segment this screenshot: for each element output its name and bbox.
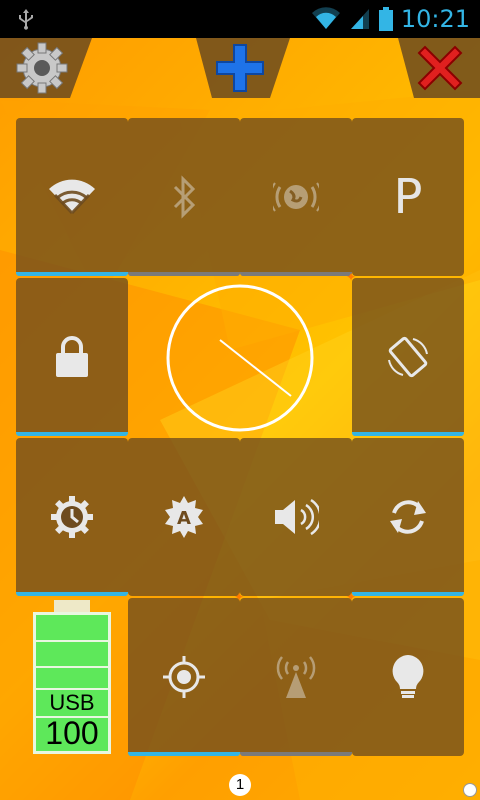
sync-icon (390, 500, 426, 534)
battery-level-value: 100 (45, 715, 99, 751)
page-indicator[interactable]: 1 (229, 774, 251, 796)
bluetooth-toggle-tile[interactable] (128, 118, 240, 276)
svg-text:A: A (177, 508, 191, 529)
profile-tile[interactable]: P (352, 118, 464, 276)
mobile-data-toggle-tile[interactable] (240, 118, 352, 276)
status-bar-indicator (16, 592, 128, 596)
settings-button[interactable] (0, 38, 84, 98)
corner-handle[interactable] (463, 783, 477, 797)
gps-icon (163, 656, 205, 698)
screen-timeout-tile[interactable] (16, 438, 128, 596)
battery-segment-line (36, 666, 108, 668)
auto-rotate-tile[interactable] (352, 278, 464, 436)
wifi-icon (49, 179, 95, 215)
usb-icon (19, 9, 33, 30)
speaker-icon (275, 498, 319, 536)
sync-tile[interactable] (352, 438, 464, 596)
brightness-auto-icon: A (165, 496, 203, 538)
status-bar-indicator (16, 272, 128, 276)
gear-icon (16, 42, 68, 94)
hotspot-icon (276, 656, 316, 698)
status-bar-indicator (352, 432, 464, 436)
battery-source-label: USB (49, 690, 95, 715)
sparkle-decoration: ✦ (346, 270, 357, 284)
signal-icon (350, 9, 369, 29)
rotate-icon (388, 336, 428, 378)
screen-lock-tile[interactable] (16, 278, 128, 436)
wifi-icon (311, 7, 340, 29)
timer-gear-icon (51, 496, 93, 538)
battery-icon (378, 7, 393, 31)
bulb-icon (392, 655, 424, 698)
sparkle-decoration: ✦ (234, 590, 245, 604)
add-button[interactable] (196, 38, 284, 98)
status-bar-indicator (128, 272, 240, 276)
status-bar-indicator (128, 752, 240, 756)
close-icon (417, 45, 463, 91)
gps-tile[interactable] (128, 598, 240, 756)
lock-icon (56, 336, 88, 377)
bluetooth-icon (173, 175, 196, 219)
analog-clock[interactable] (164, 282, 316, 434)
sound-tile[interactable] (240, 438, 352, 596)
close-button[interactable] (400, 38, 480, 98)
status-bar-indicator (16, 432, 128, 436)
battery-widget[interactable]: USB 100 (30, 600, 114, 758)
auto-brightness-tile[interactable]: A (128, 438, 240, 596)
flashlight-tile[interactable] (352, 598, 464, 756)
battery-segment-line (36, 640, 108, 642)
battery-body: USB 100 (33, 612, 111, 754)
status-bar-indicator (352, 592, 464, 596)
status-bar-indicator (240, 272, 352, 276)
globe-icon (273, 182, 319, 212)
clock-time: 10:21 (400, 5, 470, 33)
plus-icon (216, 44, 264, 92)
wifi-toggle-tile[interactable] (16, 118, 128, 276)
sparkle-decoration: ✦ (346, 590, 357, 604)
battery-cap (54, 600, 90, 612)
status-bar-indicator (240, 752, 352, 756)
profile-label: P (393, 169, 423, 225)
hotspot-tile[interactable] (240, 598, 352, 756)
status-bar: 10:21 (0, 0, 480, 38)
